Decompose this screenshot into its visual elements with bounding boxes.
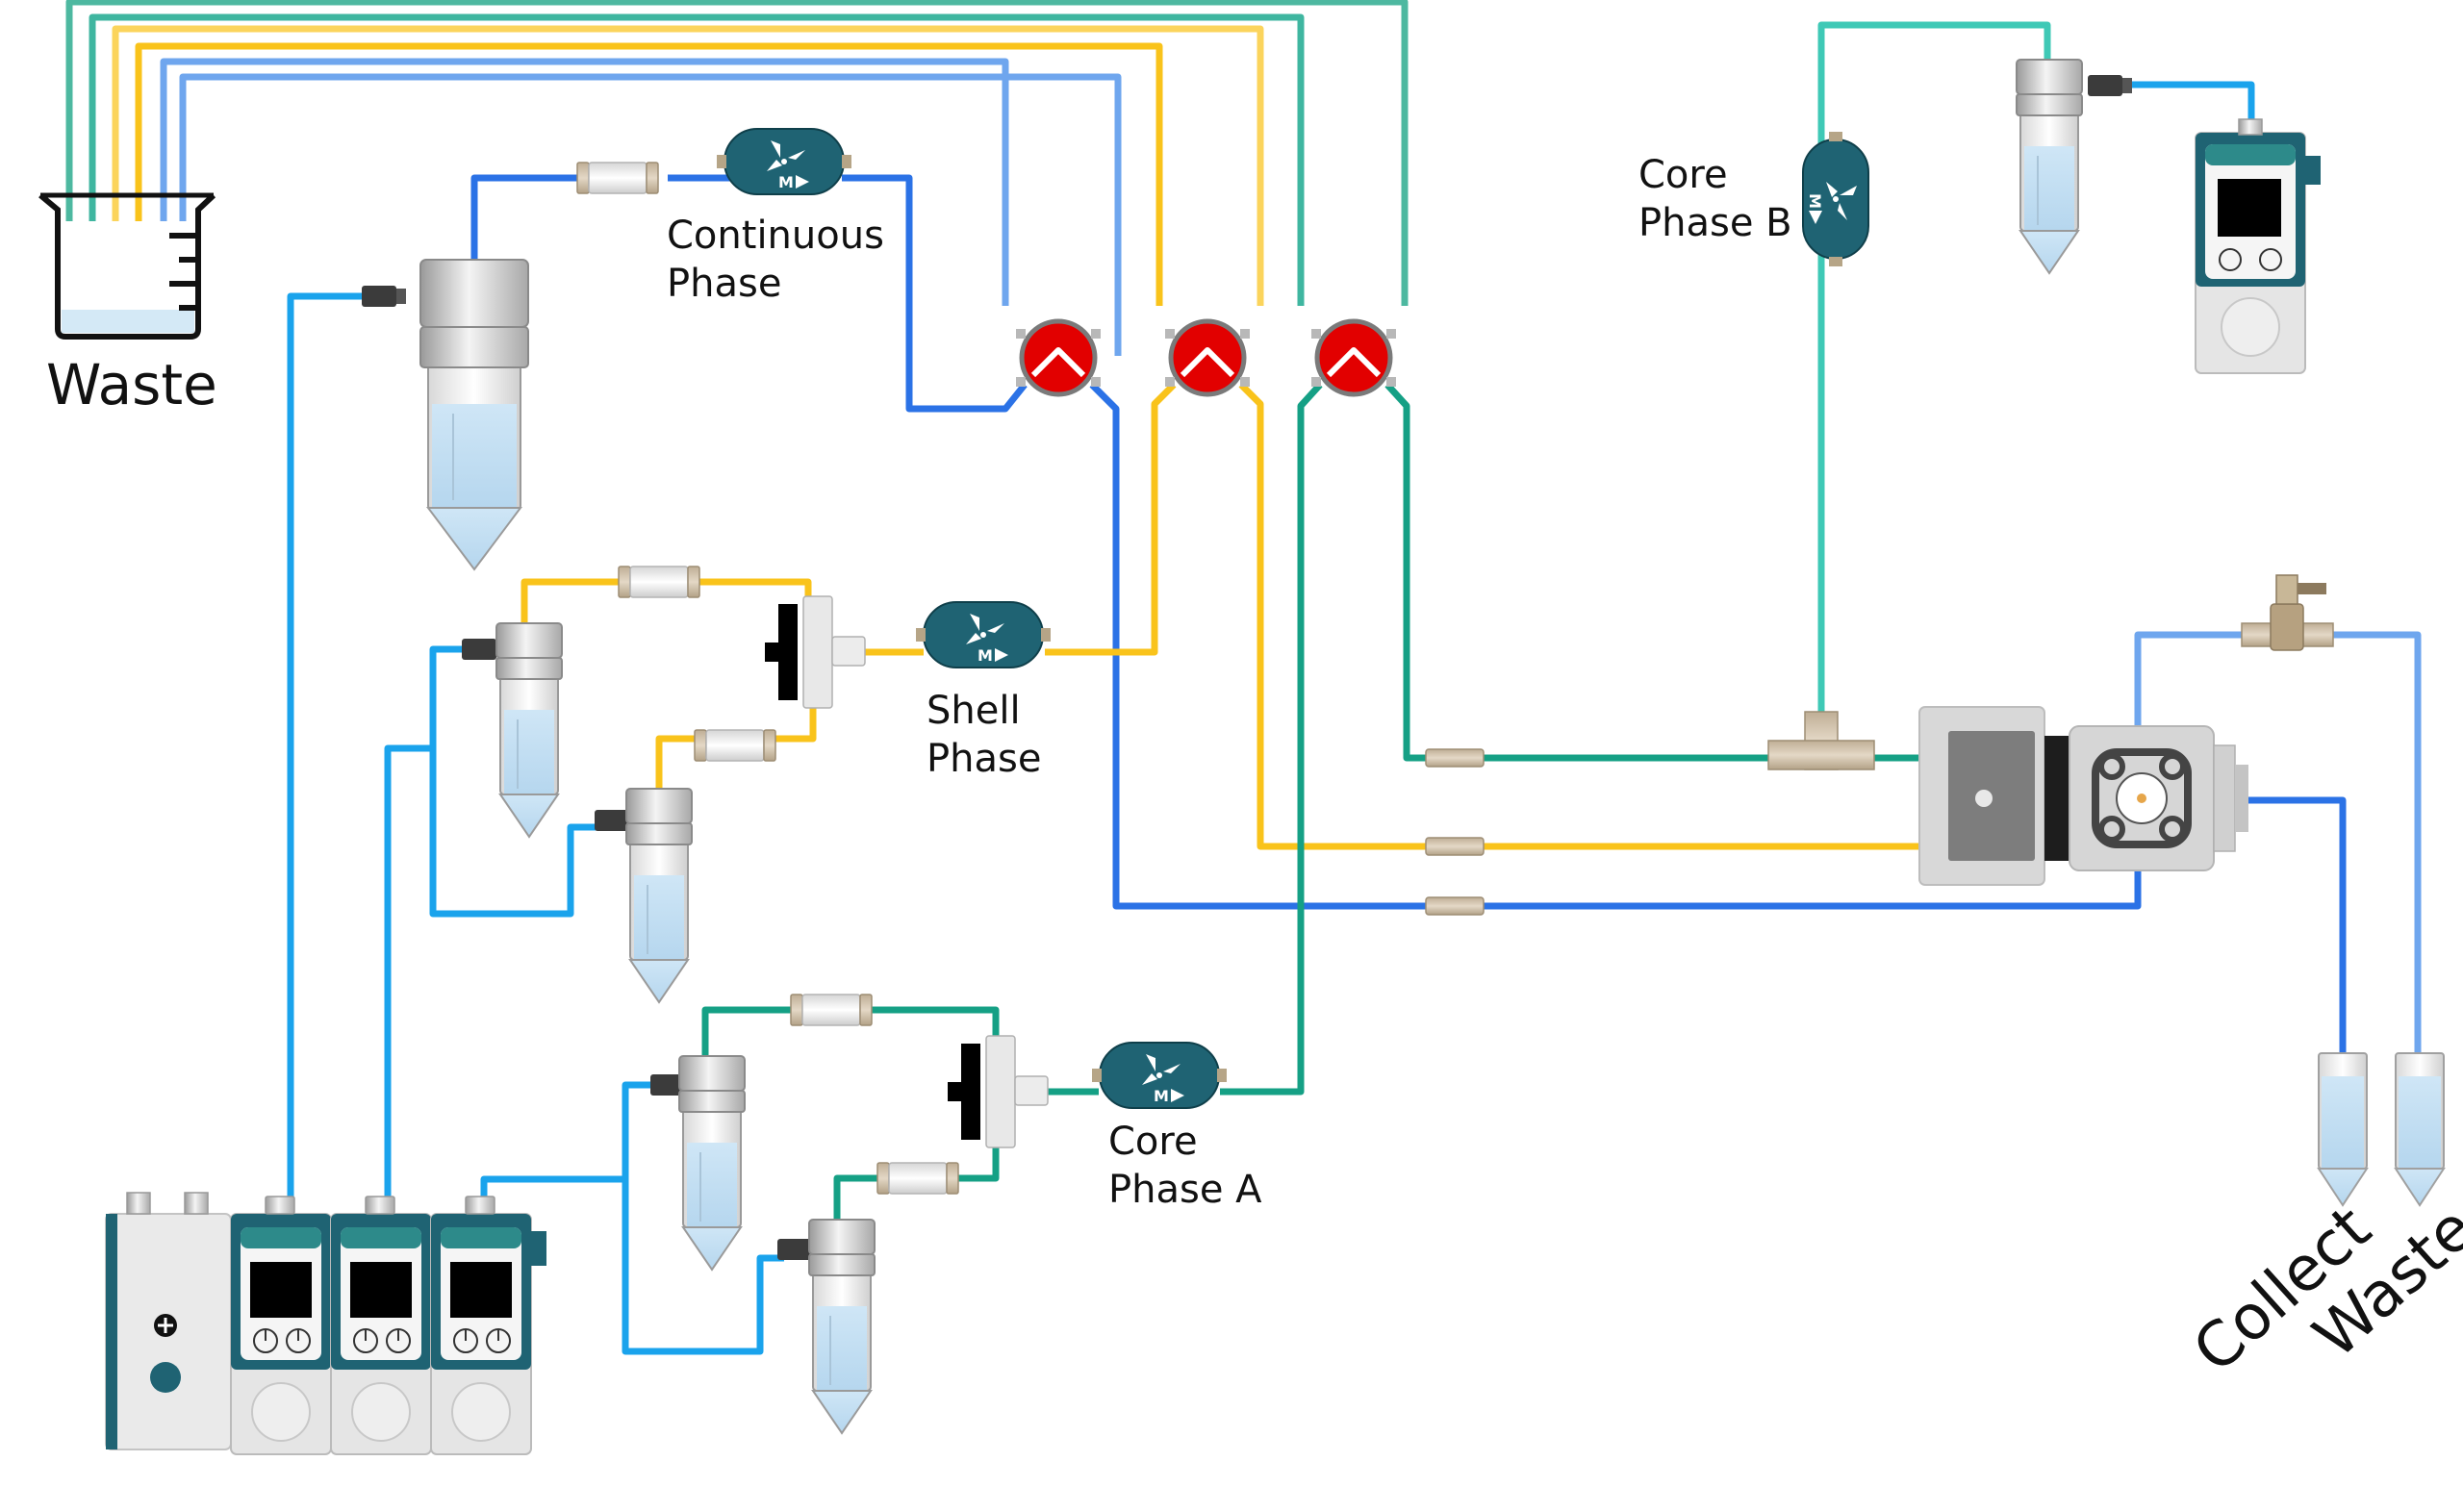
core-phase-b-label-line2: Phase B <box>1638 201 1792 245</box>
pressure-module-2[interactable] <box>330 1196 432 1455</box>
shell-reservoir-2 <box>625 788 693 1003</box>
core-a-reservoir-1 <box>678 1055 746 1271</box>
chip-holder <box>1918 706 2248 886</box>
union-shell <box>1425 837 1485 856</box>
core-phase-a-label-line2: Phase A <box>1108 1168 1262 1212</box>
waste-outlet-tube <box>2395 1052 2445 1206</box>
tube-pressure-1 <box>287 292 366 1214</box>
core-phase-a-label-line1: Core <box>1108 1120 1198 1164</box>
tube-continuous-out <box>842 174 1028 413</box>
pressure-module-3[interactable] <box>430 1196 532 1455</box>
tube-core-a-sensor-out <box>1220 382 1323 1096</box>
tube-shell-to-chip <box>1238 382 1919 850</box>
pressure-module-1[interactable] <box>230 1196 332 1455</box>
tube-pressure-3b <box>480 1175 625 1214</box>
diagram-canvas: M Waste Continuous Phase Shell Phase Cor… <box>38 0 2463 1455</box>
tube-outlet-collect <box>2242 796 2347 1058</box>
shell-filter-1 <box>618 566 700 598</box>
continuous-filter <box>576 162 659 194</box>
controller-side-port <box>531 1231 546 1266</box>
pressure-plug-core-b <box>2088 75 2132 96</box>
tube-core-b-pressure <box>2117 81 2255 133</box>
shell-phase-label-line2: Phase <box>927 737 1041 781</box>
shell-flow-sensor <box>915 601 1052 668</box>
core-tee-junction <box>1767 711 1875 770</box>
shell-phase-label-line1: Shell <box>927 689 1021 733</box>
collect-tube <box>2318 1052 2368 1206</box>
core-b-flow-sensor <box>1802 131 1869 267</box>
waste-label: Waste <box>46 352 217 417</box>
switch-valve-continuous[interactable] <box>1016 321 1101 394</box>
continuous-flow-sensor <box>716 128 852 195</box>
tube-waste-blue <box>179 73 1122 356</box>
pressure-controller-core-b <box>2195 118 2321 374</box>
continuous-phase-label-line2: Phase <box>667 262 781 306</box>
core-a-filter-2 <box>876 1162 959 1195</box>
tube-core-b-top <box>1817 21 2051 144</box>
shell-selection-valve[interactable] <box>764 595 866 709</box>
continuous-phase-label-line1: Continuous <box>667 214 884 258</box>
union-core <box>1425 748 1485 768</box>
union-continuous <box>1425 896 1485 916</box>
pressure-plug-continuous <box>362 286 406 307</box>
core-a-reservoir-2 <box>808 1219 876 1434</box>
tube-shell-sensor-out <box>1045 382 1177 656</box>
switch-valve-core-a[interactable] <box>1311 321 1396 394</box>
tube-core-a-to-chip <box>1384 382 1919 762</box>
core-a-selection-valve[interactable] <box>947 1035 1049 1148</box>
continuous-reservoir <box>419 259 529 570</box>
core-phase-b-label-line1: Core <box>1638 153 1728 197</box>
core-b-reservoir <box>2016 59 2083 274</box>
shell-filter-2 <box>694 729 776 762</box>
core-a-flow-sensor <box>1091 1042 1228 1109</box>
microfluidic-setup-diagram: M Waste Continuous Phase Shell Phase Cor… <box>0 0 2463 1512</box>
switch-valve-shell[interactable] <box>1165 321 1250 394</box>
tube-pressure-2b <box>384 744 433 1214</box>
shell-reservoir-1 <box>495 622 563 838</box>
pressure-controller-main <box>105 1192 232 1450</box>
outlet-three-way-valve[interactable] <box>2241 574 2334 651</box>
core-a-filter-1 <box>790 994 873 1026</box>
